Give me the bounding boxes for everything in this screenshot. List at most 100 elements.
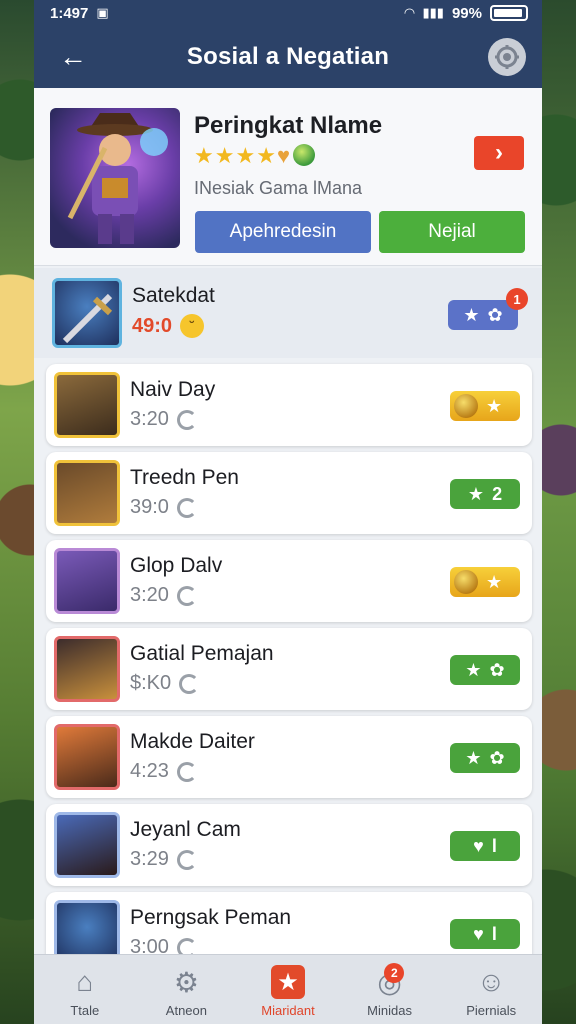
list-item[interactable]: Makde Daiter 4:23 ★ ✿ bbox=[46, 716, 532, 798]
star-icon: ★ bbox=[467, 483, 485, 504]
profile-card: Peringkat Nlame ★ ★ ★ ★ ♥ INesiak Gama l… bbox=[34, 88, 542, 266]
app-header: ← Sosial a Negatian bbox=[34, 26, 542, 88]
clock-icon bbox=[176, 585, 197, 606]
star-icon: ★ bbox=[235, 143, 256, 168]
list-item-name: Gatial Pemajan bbox=[130, 642, 274, 665]
list-item[interactable]: Treedn Pen 39:0 ★ 2 bbox=[46, 452, 532, 534]
nav-label: Atneon bbox=[165, 1003, 207, 1018]
clock-icon bbox=[179, 673, 200, 694]
battery-percent: 99% bbox=[451, 4, 482, 22]
status-badge[interactable]: ♥ l bbox=[450, 919, 520, 949]
list-item-name: Makde Daiter bbox=[130, 730, 255, 753]
heart-icon: ♥ bbox=[473, 835, 484, 856]
notification-badge: 1 bbox=[506, 288, 528, 310]
gear-icon: ⚙ bbox=[173, 966, 199, 998]
star-icon: ★ bbox=[194, 143, 214, 168]
list-item-name: Glop Dalv bbox=[130, 554, 223, 577]
list-item-time: 3:20 bbox=[130, 408, 197, 431]
list-item-time: 49:0 ˘ bbox=[132, 314, 205, 338]
time-value: 3:20 bbox=[130, 408, 169, 430]
nav-item-featured[interactable]: ★ Miaridant bbox=[237, 955, 339, 1024]
forward-button[interactable]: › bbox=[474, 136, 524, 170]
list-item-name: Naiv Day bbox=[130, 378, 216, 401]
star-icon: ★ bbox=[486, 571, 503, 592]
star-icon: ★ bbox=[465, 659, 482, 680]
profile-name: Peringkat Nlame bbox=[194, 112, 383, 139]
list-item-name: Jeyanl Cam bbox=[130, 818, 241, 841]
avatar bbox=[54, 812, 120, 878]
emoji-icon: ˘ bbox=[180, 314, 205, 338]
status-badge[interactable]: ★ bbox=[450, 391, 520, 421]
nav-item-settings[interactable]: ⚙ Atneon bbox=[136, 955, 238, 1024]
clock-icon bbox=[176, 497, 197, 518]
signal-icon: ▮▮▮ bbox=[422, 5, 444, 20]
leaf-icon: ✿ bbox=[487, 304, 503, 325]
time-value: 4:23 bbox=[130, 760, 169, 782]
clock-icon bbox=[176, 761, 197, 782]
heart-icon: ♥ bbox=[473, 923, 484, 944]
main-panel: Peringkat Nlame ★ ★ ★ ★ ♥ INesiak Gama l… bbox=[34, 88, 542, 1024]
list-item-name: Satekdat bbox=[132, 284, 215, 307]
time-value: $:K0 bbox=[130, 672, 172, 694]
nav-label: Ttale bbox=[70, 1003, 100, 1018]
star-icon: ★ bbox=[214, 143, 235, 168]
star-icon: ★ bbox=[463, 304, 480, 325]
time-value: 3:29 bbox=[130, 848, 169, 870]
friend-list: Satekdat 49:0 ˘ ★ ✿ 1 Naiv Day 3:20 ★ Tr… bbox=[34, 268, 542, 980]
list-item-name: Perngsak Peman bbox=[130, 906, 292, 929]
avatar bbox=[54, 724, 120, 790]
status-badge[interactable]: ♥ l bbox=[450, 831, 520, 861]
list-item[interactable]: Naiv Day 3:20 ★ bbox=[46, 364, 532, 446]
settings-button[interactable] bbox=[488, 38, 526, 76]
avatar bbox=[52, 278, 122, 348]
nav-label: Minidas bbox=[367, 1003, 412, 1018]
nav-item-home[interactable]: ⌂ Ttale bbox=[34, 955, 136, 1024]
status-badge[interactable]: ★ bbox=[450, 567, 520, 597]
page-title: Sosial a Negatian bbox=[186, 43, 390, 70]
status-badge[interactable]: ★ ✿ bbox=[450, 743, 520, 773]
back-arrow-icon[interactable]: ← bbox=[56, 40, 90, 74]
list-item[interactable]: Glop Dalv 3:20 ★ bbox=[46, 540, 532, 622]
avatar bbox=[54, 636, 120, 702]
list-item[interactable]: Jeyanl Cam 3:29 ♥ l bbox=[46, 804, 532, 886]
list-item-time: $:K0 bbox=[130, 672, 200, 695]
status-badge[interactable]: ★ 2 bbox=[450, 479, 520, 509]
star-icon: ★ bbox=[256, 143, 276, 168]
sim-icon: ▣ bbox=[96, 5, 109, 20]
list-item[interactable]: Satekdat 49:0 ˘ ★ ✿ 1 bbox=[34, 268, 542, 358]
home-icon: ⌂ bbox=[76, 966, 94, 997]
nav-label: Piernials bbox=[466, 1003, 517, 1018]
star-icon: ★ bbox=[270, 965, 305, 999]
leaf-icon: ✿ bbox=[489, 747, 505, 768]
battery-icon bbox=[490, 5, 528, 21]
status-badge[interactable]: ★ ✿ bbox=[450, 655, 520, 685]
time-value: 3:20 bbox=[130, 584, 169, 606]
nav-label: Miaridant bbox=[261, 1003, 315, 1018]
star-icon: ★ bbox=[486, 395, 503, 416]
gear-icon bbox=[495, 45, 519, 69]
clock-icon bbox=[176, 849, 197, 870]
user-icon: ☺ bbox=[476, 966, 506, 997]
badge-count: l bbox=[491, 835, 497, 856]
profile-subtitle: INesiak Gama lMana bbox=[194, 178, 363, 198]
list-item-time: 3:29 bbox=[130, 848, 197, 871]
time-value: 39:0 bbox=[130, 496, 169, 518]
gem-icon bbox=[293, 144, 315, 166]
coin-icon bbox=[454, 570, 478, 594]
nav-item-messages[interactable]: ◎ 2 Minidas bbox=[339, 955, 441, 1024]
avatar bbox=[54, 548, 120, 614]
secondary-button[interactable]: Nejial bbox=[379, 211, 525, 253]
list-item-time: 3:20 bbox=[130, 584, 197, 607]
list-item[interactable]: Gatial Pemajan $:K0 ★ ✿ bbox=[46, 628, 532, 710]
nav-item-profile[interactable]: ☺ Piernials bbox=[440, 955, 542, 1024]
badge-count: l bbox=[491, 923, 497, 944]
hero-avatar bbox=[50, 108, 180, 248]
star-icon: ★ bbox=[465, 747, 482, 768]
status-bar: 1:497 ▣ ◠ ▮▮▮ 99% bbox=[34, 0, 542, 26]
list-item-name: Treedn Pen bbox=[130, 466, 239, 489]
list-item-time: 39:0 bbox=[130, 496, 197, 519]
list-item-time: 4:23 bbox=[130, 760, 197, 783]
coin-icon bbox=[454, 394, 478, 418]
primary-button[interactable]: Apehredesin bbox=[195, 211, 371, 253]
bottom-nav: ⌂ Ttale ⚙ Atneon ★ Miaridant ◎ 2 Minidas… bbox=[34, 954, 542, 1024]
